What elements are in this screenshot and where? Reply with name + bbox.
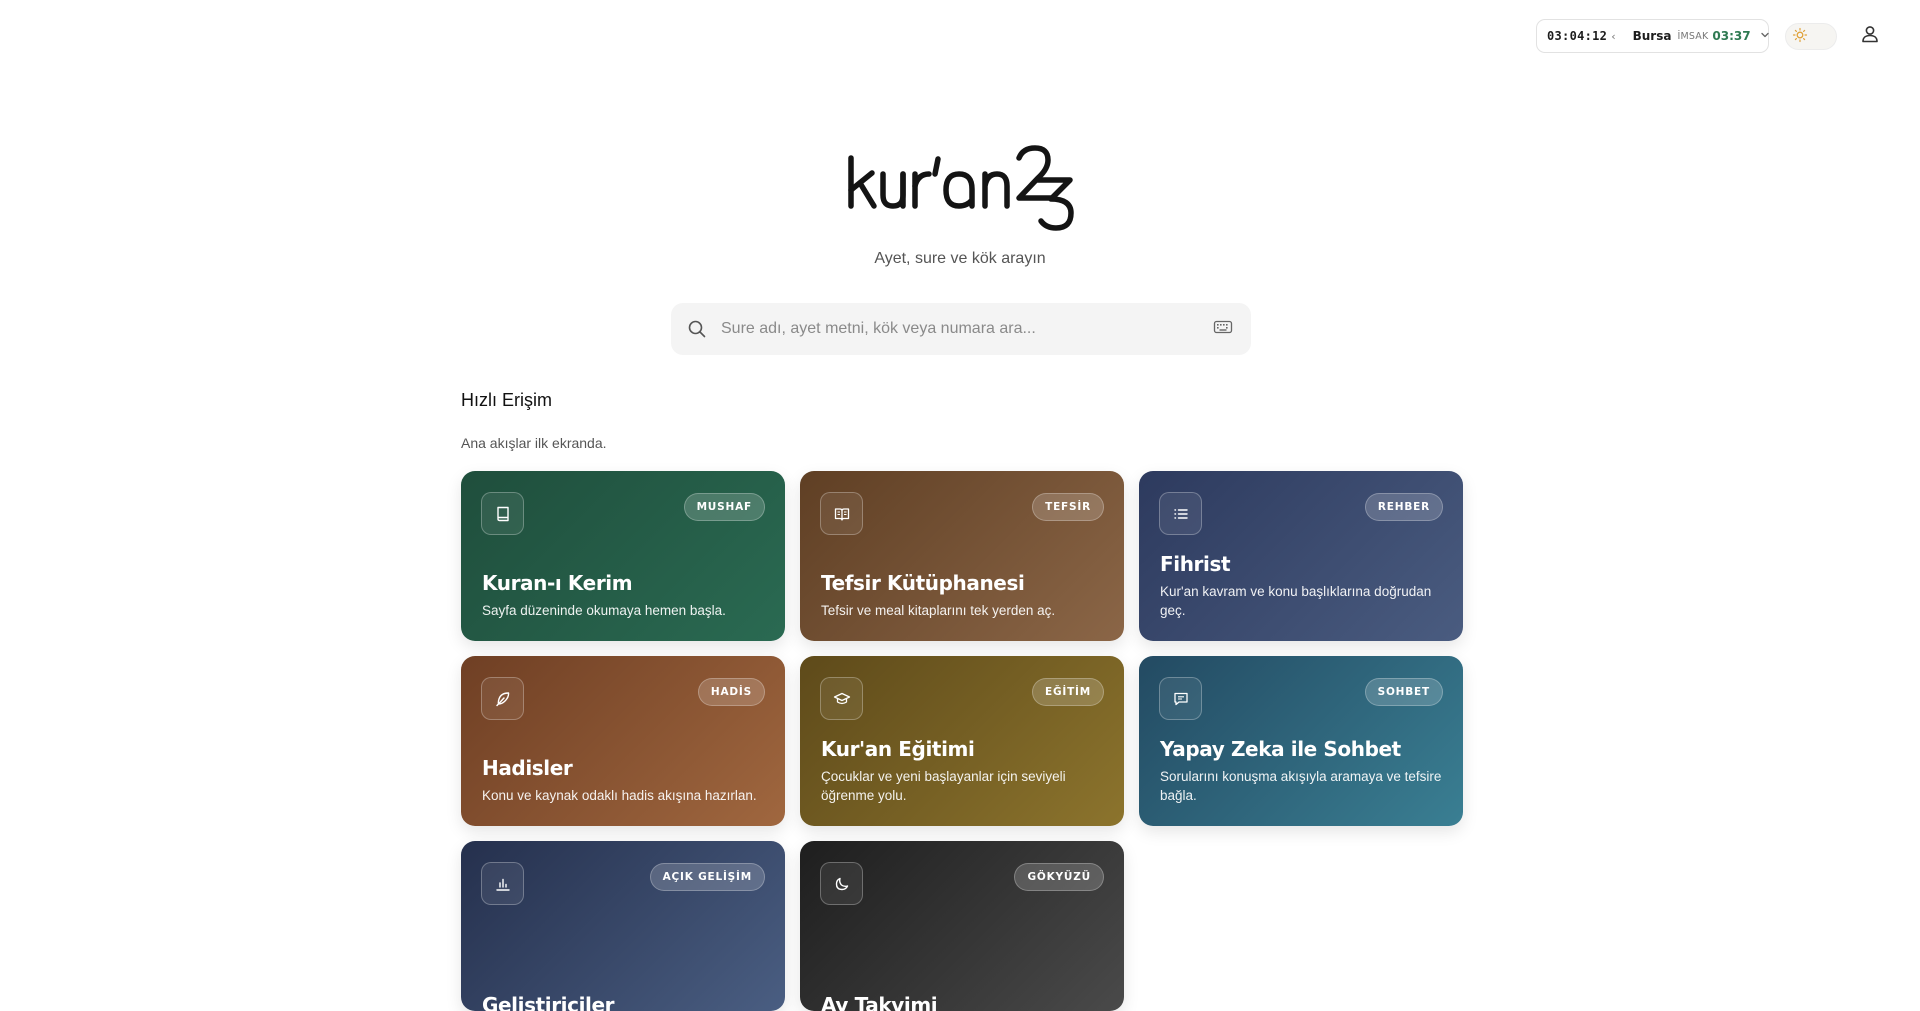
card-title: Kuran-ı Kerim [482,571,633,595]
prayer-time: 03:37 [1712,29,1751,43]
card-kuran-i-kerim[interactable]: MUSHAF Kuran-ı Kerim Sayfa düzeninde oku… [461,471,785,641]
card-badge: AÇIK GELİŞİM [649,863,765,891]
card-title: Tefsir Kütüphanesi [821,571,1025,595]
card-badge: MUSHAF [683,493,765,521]
search-bar[interactable] [671,303,1251,355]
card-title: Hadisler [482,756,573,780]
theme-toggle[interactable] [1785,23,1837,50]
book-icon [481,492,524,535]
user-icon [1860,24,1880,48]
clock-countdown: 03:04:12 [1547,29,1608,43]
quick-access-subtitle: Ana akışlar ilk ekranda. [461,435,607,451]
chat-icon [1159,677,1202,720]
keyboard-icon[interactable] [1213,319,1233,339]
quick-access-grid: MUSHAF Kuran-ı Kerim Sayfa düzeninde oku… [461,471,1463,1011]
sun-icon [1792,27,1808,47]
hero-subtitle: Ayet, sure ve kök arayın [874,250,1046,267]
card-title: Fihrist [1160,552,1231,576]
card-badge: TEFSİR [1032,493,1104,521]
feather-icon [481,677,524,720]
city-name: Bursa [1632,29,1672,43]
card-title: Geliştiriciler [482,993,615,1011]
card-title: Yapay Zeka ile Sohbet [1160,737,1401,761]
card-description: Sayfa düzeninde okumaya hemen başla. [482,603,726,618]
user-account-button[interactable] [1852,18,1888,54]
open-book-icon [820,492,863,535]
card-description: Çocuklar ve yeni başlayanlar için seviye… [821,769,1066,803]
chevron-left-icon[interactable]: ‹ [1611,30,1615,43]
card-yapay-zeka-sohbet[interactable]: SOHBET Yapay Zeka ile Sohbet Sorularını … [1139,656,1463,826]
card-tefsir-kutuphanesi[interactable]: TEFSİR Tefsir Kütüphanesi Tefsir ve meal… [800,471,1124,641]
prayer-name: İMSAK [1677,30,1709,42]
card-description: Tefsir ve meal kitaplarını tek yerden aç… [821,603,1056,618]
bar-chart-icon [481,862,524,905]
card-kuran-egitimi[interactable]: EĞİTİM Kur'an Eğitimi Çocuklar ve yeni b… [800,656,1124,826]
card-description: Sorularını konuşma akışıyla aramaya ve t… [1160,769,1442,803]
card-badge: REHBER [1364,493,1443,521]
card-hadisler[interactable]: HADİS Hadisler Konu ve kaynak odaklı had… [461,656,785,826]
card-badge: HADİS [697,678,765,706]
card-title: Kur'an Eğitimi [821,737,975,761]
card-badge: GÖKYÜZÜ [1014,863,1104,891]
prayer-time-widget[interactable]: 03:04:12 ‹ Bursa İMSAK 03:37 [1536,19,1769,53]
card-title: Ay Takvimi [821,993,938,1011]
quick-access-title: Hızlı Erişim [461,390,552,410]
card-description: Kur'an kavram ve konu başlıklarına doğru… [1160,584,1432,618]
search-icon [687,319,707,339]
card-badge: EĞİTİM [1031,678,1104,706]
chevron-down-icon[interactable] [1760,29,1770,43]
logo [845,140,1077,232]
card-badge: SOHBET [1364,678,1443,706]
graduation-cap-icon [820,677,863,720]
card-ay-takvimi[interactable]: GÖKYÜZÜ Ay Takvimi [800,841,1124,1011]
card-gelistiriciler[interactable]: AÇIK GELİŞİM Geliştiriciler [461,841,785,1011]
card-fihrist[interactable]: REHBER Fihrist Kur'an kavram ve konu baş… [1139,471,1463,641]
moon-icon [820,862,863,905]
list-icon [1159,492,1202,535]
card-description: Konu ve kaynak odaklı hadis akışına hazı… [482,788,757,803]
search-input[interactable] [721,320,1181,338]
